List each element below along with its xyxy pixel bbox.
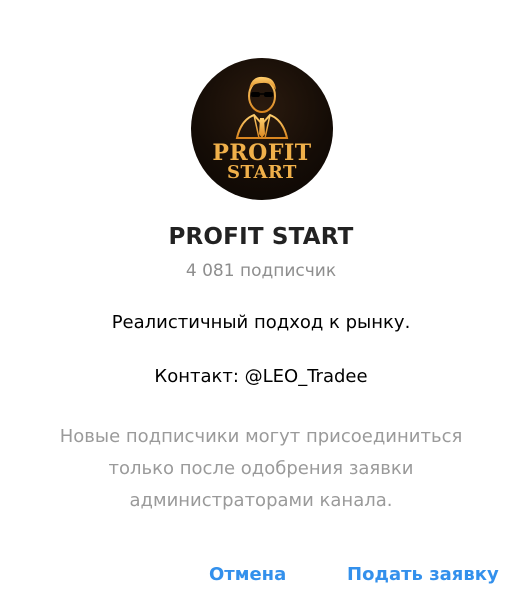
channel-avatar: PROFIT START (191, 58, 333, 200)
avatar-text-start: START (227, 162, 297, 183)
cancel-button[interactable]: Отмена (203, 562, 292, 587)
submit-request-button[interactable]: Подать заявку (341, 562, 505, 587)
subscriber-count: 4 081 подписчик (185, 261, 337, 281)
join-request-dialog: PROFIT START PROFIT START 4 081 подписчи… (0, 0, 522, 600)
approval-notice: Новые подписчики могут присоединиться то… (30, 421, 492, 517)
channel-contact: Контакт: @LEO_Tradee (154, 366, 368, 387)
notice-line: только после одобрения заявки (108, 458, 414, 479)
notice-line: Новые подписчики могут присоединиться (59, 426, 463, 447)
notice-line: администраторами канала. (129, 490, 393, 511)
channel-description: Реалистичный подход к рынку. (111, 312, 411, 333)
channel-title: PROFIT START (168, 224, 354, 250)
